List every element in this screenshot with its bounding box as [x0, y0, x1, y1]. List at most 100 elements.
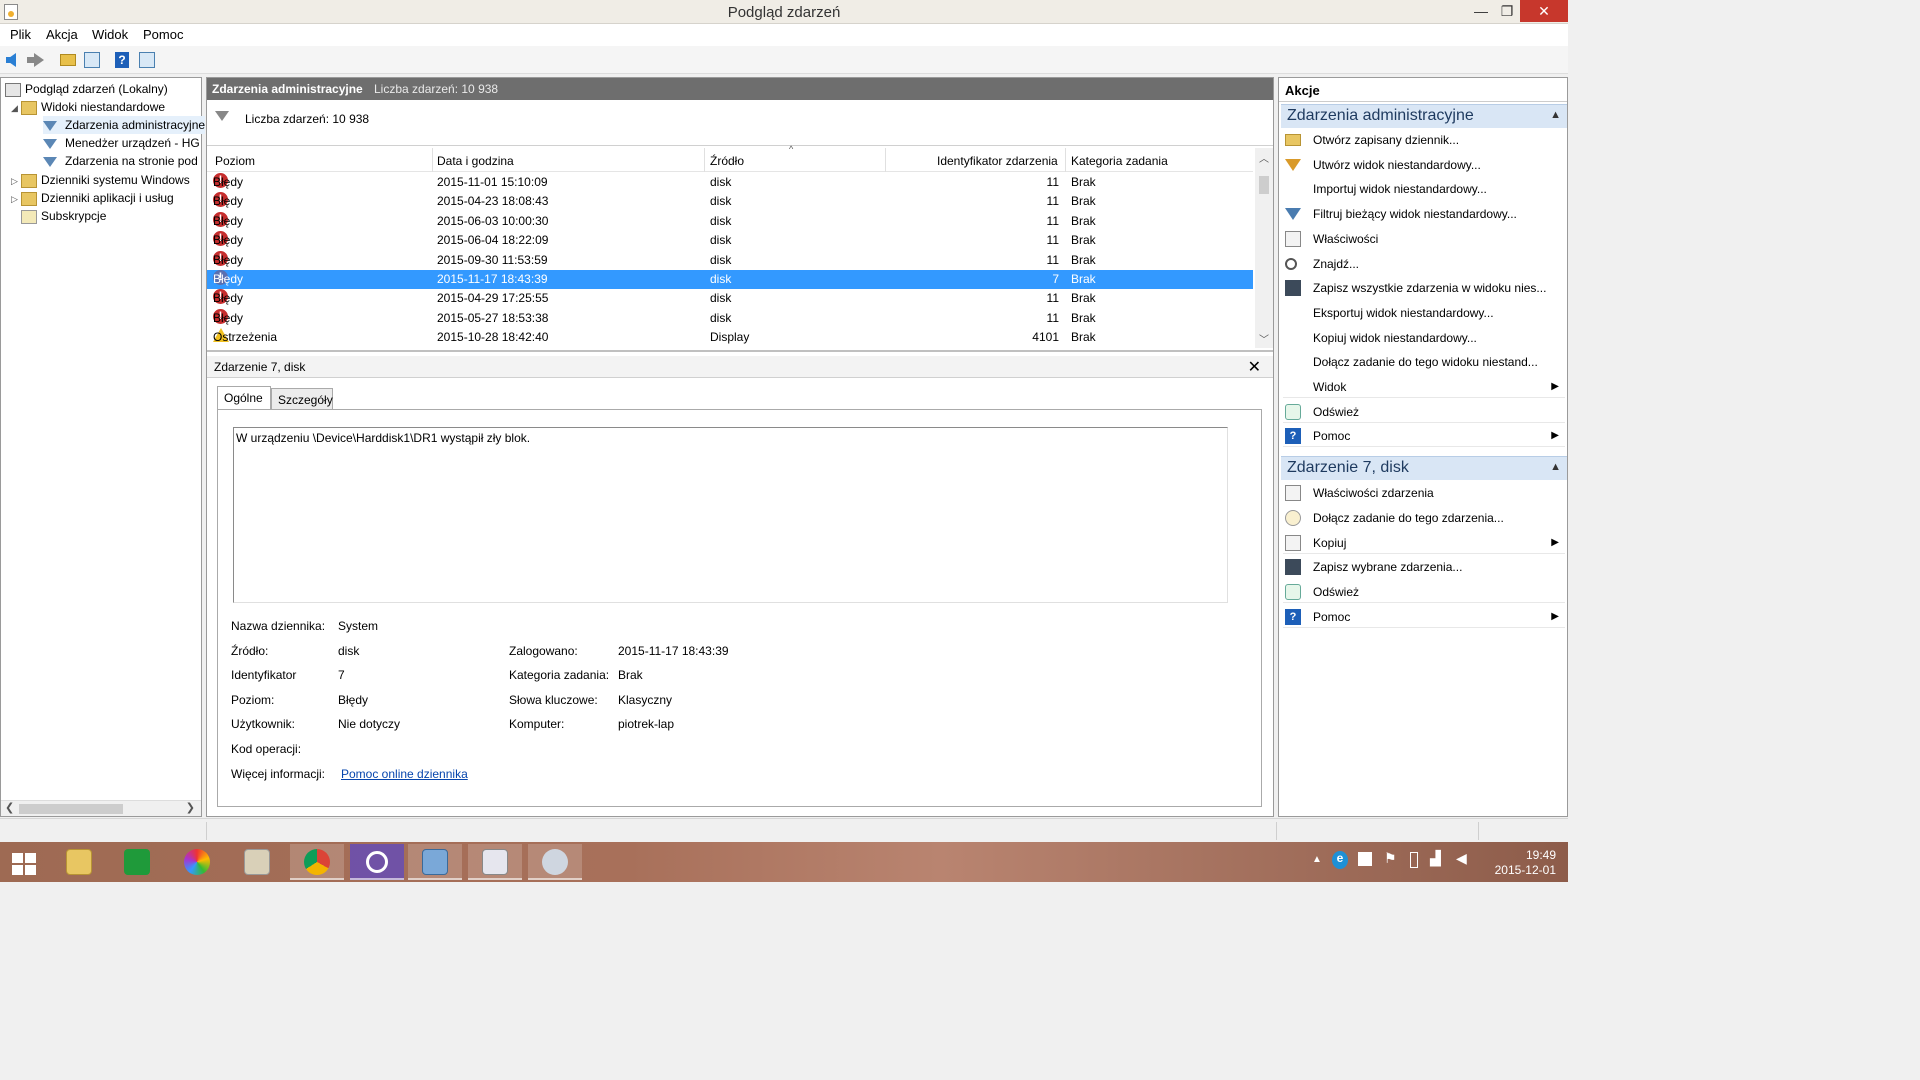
volume-icon[interactable]: ◀	[1456, 850, 1467, 867]
section-event-7-disk[interactable]: Zdarzenie 7, disk ▲	[1281, 456, 1567, 480]
column-separator[interactable]	[704, 148, 705, 172]
collapse-icon[interactable]: ▲	[1550, 109, 1561, 121]
action-item[interactable]: Kopiuj widok niestandardowy...	[1283, 327, 1565, 349]
action-item[interactable]: Zapisz wszystkie zdarzenia w widoku nies…	[1283, 277, 1565, 299]
close-button[interactable]: ✕	[1520, 0, 1568, 22]
windows-tray-icon[interactable]	[1358, 852, 1372, 866]
table-row[interactable]: ! Błędy 2015-06-03 10:00:30 disk 11 Brak	[207, 211, 1253, 231]
action-item[interactable]: Kopiuj ▶	[1283, 532, 1565, 554]
show-hide-tree-button[interactable]	[82, 50, 102, 70]
menu-file[interactable]: Plik	[10, 27, 31, 42]
taskbar-settings[interactable]	[350, 844, 404, 880]
action-item[interactable]: Odśwież	[1283, 581, 1565, 604]
table-row[interactable]: ! Błędy 2015-04-23 18:08:43 disk 11 Brak	[207, 192, 1253, 211]
column-header-source[interactable]: Źródło	[710, 154, 744, 168]
scroll-right-icon[interactable]: ❯	[186, 801, 195, 814]
scroll-left-icon[interactable]: ❮	[5, 801, 14, 814]
action-item[interactable]: Znajdź...	[1283, 253, 1565, 275]
action-item[interactable]: Dołącz zadanie do tego zdarzenia...	[1283, 507, 1565, 529]
column-header-level[interactable]: Poziom	[215, 154, 255, 168]
column-header-event-id[interactable]: Identyfikator zdarzenia	[937, 154, 1058, 168]
action-item[interactable]: Otwórz zapisany dziennik...	[1283, 129, 1565, 151]
action-item[interactable]: Właściwości zdarzenia	[1283, 482, 1565, 504]
tree-item-windows-logs[interactable]: ▷ Dzienniki systemu Windows	[11, 171, 190, 189]
action-item[interactable]: Filtruj bieżący widok niestandardowy...	[1283, 203, 1565, 225]
column-separator[interactable]	[885, 148, 886, 172]
taskbar-paint[interactable]	[528, 844, 582, 880]
tree-item-device-manager[interactable]: Menedżer urządzeń - HG	[43, 134, 200, 152]
menu-action[interactable]: Akcja	[46, 27, 78, 42]
tree-item-custom-views[interactable]: ◢ Widoki niestandardowe	[11, 98, 165, 116]
tray-expand-icon[interactable]: ▲	[1312, 854, 1322, 865]
tree-item-event-viewer-local[interactable]: Podgląd zdarzeń (Lokalny)	[5, 80, 168, 98]
menu-help[interactable]: Pomoc	[143, 27, 183, 42]
taskbar-store[interactable]	[110, 844, 164, 880]
table-vertical-scrollbar[interactable]: ︿ ﹀	[1255, 148, 1273, 348]
table-row[interactable]: Ostrzeżenia 2015-10-28 18:42:40 Display 410…	[207, 328, 1253, 347]
action-item[interactable]: Eksportuj widok niestandardowy...	[1283, 302, 1565, 324]
clock[interactable]: 19:49 2015-12-01	[1486, 848, 1556, 878]
tree-horizontal-scrollbar[interactable]: ❮ ❯	[1, 800, 201, 816]
tree-item-page-events[interactable]: Zdarzenia na stronie pod	[43, 152, 198, 170]
action-item[interactable]: Odśwież	[1283, 401, 1565, 423]
maximize-button[interactable]: ❐	[1492, 0, 1522, 22]
tree-item-administrative-events[interactable]: Zdarzenia administracyjne	[43, 116, 206, 134]
column-header-task-category[interactable]: Kategoria zadania	[1071, 154, 1168, 168]
action-item[interactable]: Zapisz wybrane zdarzenia...	[1283, 556, 1565, 578]
table-row[interactable]: ! Błędy 2015-04-29 17:25:55 disk 11 Brak	[207, 289, 1253, 308]
action-item[interactable]: ? Pomoc ▶	[1283, 606, 1565, 628]
action-item[interactable]: Właściwości	[1283, 228, 1565, 250]
scroll-up-icon[interactable]: ︿	[1259, 150, 1269, 165]
ie-tray-icon[interactable]: e	[1332, 851, 1348, 869]
taskbar-notepad[interactable]	[230, 844, 284, 880]
event-description[interactable]: W urządzeniu \Device\Harddisk1\DR1 wystą…	[233, 427, 1228, 603]
event-description-text: W urządzeniu \Device\Harddisk1\DR1 wystą…	[236, 431, 531, 445]
property-value: System	[338, 619, 379, 633]
collapse-icon[interactable]: ▲	[1550, 461, 1561, 473]
expand-arrow-icon[interactable]: ▷	[11, 172, 21, 190]
network-icon[interactable]: ▟	[1430, 850, 1441, 867]
taskbar-picasa[interactable]	[170, 844, 224, 880]
table-row[interactable]: ! Błędy 2015-09-30 11:53:59 disk 11 Brak	[207, 250, 1253, 270]
tree-item-subscriptions[interactable]: Subskrypcje	[21, 207, 106, 225]
up-folder-button[interactable]	[58, 50, 78, 70]
datetime-cell: 2015-06-03 10:00:30	[437, 213, 549, 228]
tree-item-app-service-logs[interactable]: ▷ Dzienniki aplikacji i usług	[11, 189, 174, 207]
collapse-arrow-icon[interactable]: ◢	[11, 99, 21, 117]
forward-button[interactable]	[26, 50, 46, 70]
help-button[interactable]: ?	[112, 50, 132, 70]
action-item[interactable]: Dołącz zadanie do tego widoku niestand..…	[1283, 351, 1565, 373]
close-detail-icon[interactable]: ✕	[1248, 357, 1261, 377]
back-button[interactable]	[4, 50, 24, 70]
table-row[interactable]: ! Błędy 2015-11-17 18:43:39 disk 7 Brak	[207, 270, 1253, 289]
scroll-down-icon[interactable]: ﹀	[1259, 331, 1269, 346]
table-row[interactable]: ! Błędy 2015-06-04 18:22:09 disk 11 Brak	[207, 231, 1253, 250]
show-hide-action-pane-button[interactable]	[137, 50, 157, 70]
flag-icon[interactable]: ⚑	[1384, 850, 1397, 867]
taskbar-control-panel[interactable]	[408, 844, 462, 880]
start-button[interactable]	[0, 844, 54, 880]
tab-general[interactable]: Ogólne	[217, 386, 271, 410]
scroll-thumb[interactable]	[1259, 176, 1269, 194]
table-row[interactable]: ! Błędy 2015-11-01 15:10:09 disk 11 Brak	[207, 173, 1253, 192]
column-separator[interactable]	[1065, 148, 1066, 172]
table-row[interactable]: ! Błędy 2015-05-27 18:53:38 disk 11 Brak	[207, 308, 1253, 328]
action-item[interactable]: Importuj widok niestandardowy...	[1283, 178, 1565, 200]
level-text: Błędy	[213, 233, 244, 248]
taskbar-event-viewer[interactable]	[468, 844, 522, 880]
property-value: 2015-11-17 18:43:39	[618, 643, 729, 658]
taskbar-chrome[interactable]	[290, 844, 344, 880]
action-item[interactable]: Utwórz widok niestandardowy...	[1283, 154, 1565, 176]
menu-view[interactable]: Widok	[92, 27, 128, 42]
scroll-thumb[interactable]	[19, 804, 123, 814]
section-administrative-events[interactable]: Zdarzenia administracyjne ▲	[1281, 104, 1567, 128]
column-header-datetime[interactable]: Data i godzina	[437, 154, 514, 168]
action-item[interactable]: Widok ▶	[1283, 376, 1565, 398]
taskbar-file-explorer[interactable]	[52, 844, 106, 880]
battery-icon[interactable]	[1410, 852, 1418, 868]
online-help-link[interactable]: Pomoc online dziennika	[341, 767, 468, 781]
expand-arrow-icon[interactable]: ▷	[11, 190, 21, 208]
action-item[interactable]: ? Pomoc ▶	[1283, 425, 1565, 448]
column-separator[interactable]	[432, 148, 433, 172]
tab-details[interactable]: Szczegóły	[271, 388, 333, 410]
